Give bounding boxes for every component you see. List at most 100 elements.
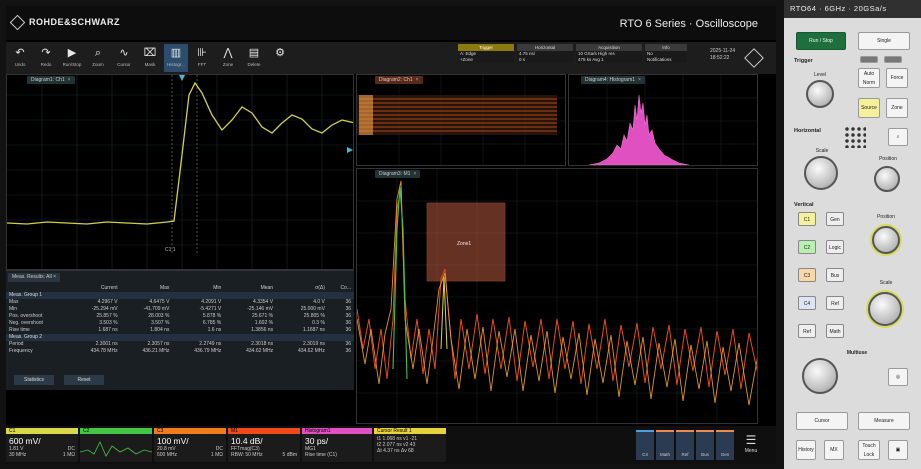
c1-signal-box[interactable]: C1 600 mV/ 1.81 V DC 30 MHz 1 MΩ	[6, 428, 78, 462]
trigger-status[interactable]: Trigger A: Edge +Zone	[458, 44, 514, 72]
menu-button[interactable]: ☰ Menu	[740, 432, 762, 460]
ch1-button[interactable]: C1	[798, 212, 816, 226]
c2-signal-box[interactable]: C2	[80, 428, 152, 462]
settings-button[interactable]: ⚙	[268, 44, 292, 72]
date-time: 2025-11-24 18:52:22	[710, 48, 736, 61]
tab-diagram3[interactable]: Diagram3: M1 ×	[375, 170, 421, 178]
horizontal-scale-knob[interactable]	[804, 156, 838, 190]
grid-icon	[844, 126, 866, 148]
bus-hw-button[interactable]: Bus	[826, 268, 844, 282]
bus-button[interactable]: Bus	[696, 430, 714, 460]
force-button[interactable]: Force	[886, 68, 908, 88]
zoom-hw-button[interactable]: ⌕	[888, 128, 908, 146]
m1-signal-box[interactable]: M1 10.4 dB/ FFTmag(C3) RBW: 50 MHz 5 dBm	[228, 428, 300, 462]
zoom-icon: ⌕	[896, 134, 900, 140]
meas-header-row: Current Max Min Mean σ(Δ) Co...	[100, 285, 351, 291]
ref-button[interactable]: Ref	[676, 430, 694, 460]
math-button[interactable]: Math	[656, 430, 674, 460]
ch4-button[interactable]: C4	[798, 296, 816, 310]
brand-logo: ROHDE&SCHWARZ	[9, 14, 120, 31]
spectrum-diagram[interactable]: Zone1 Diagram3: M1 ×	[356, 168, 758, 424]
mask-icon: ⌧	[143, 47, 157, 59]
delete-button[interactable]: ▤ Delete	[242, 44, 266, 72]
ref2-button[interactable]: Ref	[798, 324, 816, 338]
horizontal-status[interactable]: Horizontal 4.75 ns/ 0 s	[517, 44, 573, 72]
ch2-button[interactable]: C2	[798, 240, 816, 254]
undo-icon: ↶	[15, 47, 25, 59]
instrument-frame: ROHDE&SCHWARZ RTO 6 Series · Oscilloscop…	[0, 0, 921, 469]
oscilloscope-screen: ROHDE&SCHWARZ RTO 6 Series · Oscilloscop…	[6, 6, 776, 464]
series-title: RTO 6 Series · Oscilloscope	[619, 18, 758, 30]
histogram-diagram[interactable]: Diagram4: Histogram1 ×	[568, 74, 758, 166]
multiuse-label: Multiuse	[846, 350, 868, 356]
horizontal-position-knob[interactable]	[874, 166, 900, 192]
table-row: Period 2.3001 ns 2.3057 ns 2.2749 ns 2.3018 …	[9, 341, 351, 347]
mx-button[interactable]: MX	[824, 440, 844, 460]
histogram-button[interactable]: ▥ Histogr...	[164, 44, 188, 72]
knob-icon: ◎	[895, 374, 901, 380]
model-title: RTO64 · 6GHz · 20GSa/s	[784, 0, 921, 18]
close-icon[interactable]: ×	[638, 77, 641, 83]
run-stop-button[interactable]: ▶ Run/Stop	[60, 44, 84, 72]
vertical-scale-knob[interactable]	[868, 292, 902, 326]
history-button[interactable]: History	[796, 440, 816, 460]
math-hw-button[interactable]: Math	[826, 324, 844, 338]
close-icon[interactable]: ×	[416, 77, 419, 83]
ch3-button[interactable]: C3	[798, 268, 816, 282]
logic-button[interactable]: Logic	[826, 240, 844, 254]
undo-button[interactable]: ↶ Undo	[8, 44, 32, 72]
tab-diagram1[interactable]: Diagram1: Ch1 ×	[27, 76, 75, 84]
statistics-button[interactable]: Statistics	[14, 375, 54, 385]
touch-lock-button[interactable]: Touch Lock	[858, 440, 880, 460]
measure-hw-button[interactable]: Measure	[858, 412, 910, 430]
play-icon: ▶	[67, 47, 77, 59]
tab-meas-results[interactable]: Meas. Results: All ×	[8, 273, 61, 282]
status-bar: Trigger A: Edge +Zone Horizontal 4.75 ns…	[458, 44, 690, 72]
ref-hw-button[interactable]: Ref	[826, 296, 844, 310]
meas-group-2[interactable]: Meas. Group 2	[6, 334, 354, 341]
c3-signal-box[interactable]: C3 100 mV/ 20.8 mV DC 500 MHz 1 MΩ	[154, 428, 226, 462]
meas-group-1[interactable]: Meas. Group 1	[6, 292, 354, 299]
level-label: Level	[814, 72, 826, 78]
vertical-position-label: Position	[877, 214, 895, 220]
horizontal-section-label: Horizontal	[794, 128, 821, 134]
tab-diagram2[interactable]: Diagram2: Ch1 ×	[375, 76, 423, 84]
cursor-hw-button[interactable]: Cursor	[796, 412, 848, 430]
source-button[interactable]: Source	[858, 98, 880, 118]
close-icon[interactable]: ×	[68, 77, 71, 83]
vertical-position-knob[interactable]	[872, 226, 900, 254]
gen-button[interactable]: Gen	[716, 430, 734, 460]
overview-diagram[interactable]: Diagram2: Ch1 ×	[356, 74, 566, 166]
run-stop-hw-button[interactable]: Run / Stop	[796, 32, 846, 50]
info-status[interactable]: Info No Notifications	[645, 44, 687, 72]
acquisition-status[interactable]: Acquisition 10 GSa/s High res 475 ks Avg…	[576, 44, 642, 72]
mask-button[interactable]: ⌧ Mask	[138, 44, 162, 72]
zoom-button[interactable]: ⌕ Zoom	[86, 44, 110, 72]
multiuse-mode-button[interactable]: ◎	[888, 368, 908, 386]
c4-button[interactable]: C4	[636, 430, 654, 460]
cursor-button[interactable]: ∿ Cursor	[112, 44, 136, 72]
single-button[interactable]: Single	[858, 32, 910, 50]
screenshot-button[interactable]: ▣	[888, 440, 908, 460]
c2-mini-waveform	[80, 441, 152, 457]
cursor-result-box[interactable]: Cursor Result 1 t1 1.068 ns v1 -21 t2 2.…	[374, 428, 446, 462]
close-icon[interactable]: ×	[413, 171, 416, 177]
tab-diagram4[interactable]: Diagram4: Histogram1 ×	[581, 76, 645, 84]
histogram-plot	[569, 75, 757, 165]
delete-icon: ▤	[248, 47, 260, 59]
main-diagram[interactable]: C1 1 Diagram1: Ch1 ×	[6, 74, 354, 270]
zone-hw-button[interactable]: Zone	[886, 98, 908, 118]
level-knob[interactable]	[806, 80, 834, 108]
table-row: Neg. overshoot 3.503 % 3.507 % 6.785 % 1.602…	[9, 320, 351, 326]
redo-button[interactable]: ↷ Redo	[34, 44, 58, 72]
histogram-signal-box[interactable]: Histogram1 30 ps/ MG1 Rise time (C1)	[302, 428, 372, 462]
auto-norm-button[interactable]: Auto Norm	[858, 68, 880, 88]
histogram-icon: ▥	[170, 47, 182, 59]
reset-button[interactable]: Reset	[64, 375, 104, 385]
gen-hw-button[interactable]: Gen	[826, 212, 844, 226]
zone-button[interactable]: ⋀ Zone	[216, 44, 240, 72]
fft-button[interactable]: ⊪ FFT	[190, 44, 214, 72]
multiuse-knob[interactable]	[802, 358, 838, 394]
brand-bar: ROHDE&SCHWARZ RTO 6 Series · Oscilloscop…	[6, 6, 776, 40]
table-row: Max 4.2967 V 4.6475 V 4.2091 V 4.3354 V 4.0 V…	[9, 299, 351, 305]
